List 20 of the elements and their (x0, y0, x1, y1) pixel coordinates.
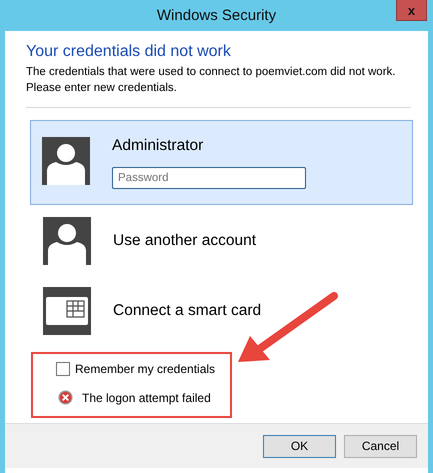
account-name: Use another account (113, 232, 256, 250)
password-field[interactable]: Password (112, 167, 306, 189)
account-name: Administrator (112, 137, 204, 155)
error-icon (58, 390, 73, 405)
dialog-button[interactable]: Cancel (344, 434, 417, 458)
smart-card-icon (43, 287, 91, 335)
error-message: The credentials that were used to connect to poemviet.com did not work. Please enter new credentials. (26, 65, 396, 96)
user-icon (42, 137, 90, 185)
error-heading: Your credentials did not work (26, 43, 232, 61)
remember-label: Remember my credentials (75, 362, 216, 376)
close-button[interactable]: x (396, 0, 427, 21)
account-tile[interactable]: Administrator Password (30, 120, 413, 205)
account-tile[interactable]: Connect a smart card (30, 286, 413, 336)
dialog-button[interactable]: OK (263, 434, 336, 458)
remember-checkbox[interactable] (56, 362, 70, 376)
window-title: Windows Security (156, 7, 276, 24)
account-name: Connect a smart card (113, 302, 262, 320)
error-text: The logon attempt failed (82, 390, 211, 404)
user-icon (43, 217, 91, 265)
account-tile[interactable]: Use another account (30, 216, 413, 266)
